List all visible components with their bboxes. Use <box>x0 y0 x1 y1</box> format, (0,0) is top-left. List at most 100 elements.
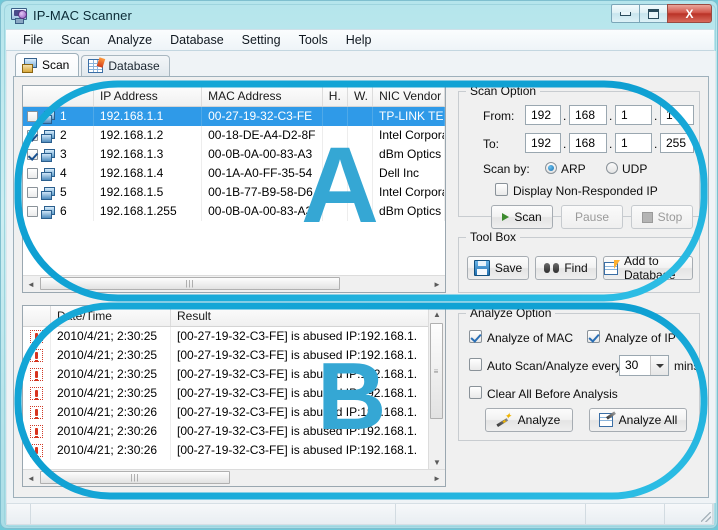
minimize-button[interactable] <box>611 4 640 23</box>
radio-udp[interactable] <box>606 162 618 174</box>
clear-all-label[interactable]: Clear All Before Analysis <box>487 387 618 401</box>
scroll-left-arrow[interactable]: ◄ <box>23 276 39 292</box>
maximize-button[interactable] <box>639 4 668 23</box>
table-row[interactable]: 2010/4/21; 2:30:26[00-27-19-32-C3-FE] is… <box>23 403 445 422</box>
log-scroll-left-arrow[interactable]: ◄ <box>23 470 39 486</box>
add-to-database-button[interactable]: Add to Database <box>603 256 693 280</box>
from-dot-1: . <box>563 109 566 123</box>
row-checkbox[interactable] <box>27 206 38 217</box>
row-checkbox[interactable] <box>27 149 38 160</box>
computer-icon <box>41 149 54 160</box>
menu-item-tools[interactable]: Tools <box>290 30 337 50</box>
scan-results-list[interactable]: IP Address MAC Address H. W. NIC Vendor … <box>22 85 446 293</box>
row-select-cell[interactable]: 3 <box>23 145 94 164</box>
from-octet-3[interactable]: 1 <box>615 105 652 125</box>
close-button[interactable]: X <box>667 4 712 23</box>
warning-icon <box>30 349 43 362</box>
display-non-responded-label[interactable]: Display Non-Responded IP <box>513 184 658 198</box>
menu-item-database[interactable]: Database <box>161 30 233 50</box>
from-octet-1[interactable]: 192 <box>525 105 561 125</box>
pause-button[interactable]: Pause <box>561 205 623 229</box>
menu-item-setting[interactable]: Setting <box>233 30 290 50</box>
column-header-mac-address[interactable]: MAC Address <box>202 86 323 106</box>
column-header-h[interactable]: H. <box>323 86 348 106</box>
table-row[interactable]: 2010/4/21; 2:30:25[00-27-19-32-C3-FE] is… <box>23 384 445 403</box>
row-checkbox[interactable] <box>27 111 38 122</box>
checkbox-analyze-mac[interactable] <box>469 330 482 343</box>
to-octet-3[interactable]: 1 <box>615 133 652 153</box>
table-row[interactable]: 2192.168.1.200-18-DE-A4-D2-8FIntel Corpo… <box>23 126 445 145</box>
chevron-down-icon[interactable] <box>650 356 668 375</box>
resize-grip-icon[interactable] <box>701 512 711 522</box>
status-cell-3 <box>396 504 586 524</box>
table-row[interactable]: 2010/4/21; 2:30:26[00-27-19-32-C3-FE] is… <box>23 441 445 460</box>
scroll-down-arrow[interactable]: ▼ <box>429 454 445 470</box>
find-button[interactable]: Find <box>535 256 597 280</box>
menu-item-scan[interactable]: Scan <box>52 30 99 50</box>
save-button[interactable]: Save <box>467 256 529 280</box>
tab-database[interactable]: Database <box>81 55 169 76</box>
table-row[interactable]: 5192.168.1.500-1B-77-B9-58-D6Intel Corpo… <box>23 183 445 202</box>
to-octet-2[interactable]: 168 <box>569 133 607 153</box>
column-header-w[interactable]: W. <box>348 86 373 106</box>
log-scroll-right-arrow[interactable]: ► <box>429 470 445 486</box>
menu-item-analyze[interactable]: Analyze <box>99 30 161 50</box>
table-row[interactable]: 3192.168.1.300-0B-0A-00-83-A3dBm Optics <box>23 145 445 164</box>
from-octet-4[interactable]: 1 <box>660 105 694 125</box>
table-row[interactable]: 2010/4/21; 2:30:25[00-27-19-32-C3-FE] is… <box>23 346 445 365</box>
analysis-log-list[interactable]: Date/Time Result 2010/4/21; 2:30:25[00-2… <box>22 305 446 487</box>
table-row[interactable]: 2010/4/21; 2:30:25[00-27-19-32-C3-FE] is… <box>23 327 445 346</box>
vscroll-thumb[interactable]: ≡ <box>430 323 443 419</box>
row-select-cell[interactable]: 6 <box>23 202 94 221</box>
column-header-log-icon[interactable] <box>23 306 51 326</box>
table-row[interactable]: 2010/4/21; 2:30:26[00-27-19-32-C3-FE] is… <box>23 422 445 441</box>
column-header-result[interactable]: Result <box>171 306 430 326</box>
row-select-cell[interactable]: 5 <box>23 183 94 202</box>
table-row[interactable]: 1192.168.1.100-27-19-32-C3-FETP-LINK TEC… <box>23 107 445 126</box>
row-checkbox[interactable] <box>27 168 38 179</box>
cell-datetime: 2010/4/21; 2:30:25 <box>51 384 171 403</box>
row-checkbox[interactable] <box>27 130 38 141</box>
tab-scan[interactable]: Scan <box>15 53 79 76</box>
analyze-ip-label[interactable]: Analyze of IP <box>605 331 676 345</box>
radio-arp[interactable] <box>545 162 557 174</box>
checkbox-clear-all[interactable] <box>469 386 482 399</box>
analyze-mac-label[interactable]: Analyze of MAC <box>487 331 573 345</box>
table-row[interactable]: 4192.168.1.400-1A-A0-FF-35-54Dell Inc <box>23 164 445 183</box>
log-hscroll-thumb[interactable]: ||| <box>40 471 230 484</box>
row-select-cell[interactable]: 4 <box>23 164 94 183</box>
row-checkbox[interactable] <box>27 187 38 198</box>
menu-item-file[interactable]: File <box>14 30 52 50</box>
log-list-vscrollbar[interactable]: ▲ ≡ ▼ <box>428 306 445 470</box>
table-row[interactable]: 6192.168.1.25500-0B-0A-00-83-A3dBm Optic… <box>23 202 445 221</box>
column-header-datetime[interactable]: Date/Time <box>51 306 171 326</box>
to-octet-4[interactable]: 255 <box>660 133 694 153</box>
table-row[interactable]: 2010/4/21; 2:30:25[00-27-19-32-C3-FE] is… <box>23 365 445 384</box>
cell-h <box>323 126 348 145</box>
to-octet-1[interactable]: 192 <box>525 133 561 153</box>
column-header-ip-address[interactable]: IP Address <box>94 86 202 106</box>
from-octet-2[interactable]: 168 <box>569 105 607 125</box>
column-header-select[interactable] <box>23 86 94 106</box>
radio-arp-label[interactable]: ARP <box>561 162 586 176</box>
checkbox-analyze-ip[interactable] <box>587 330 600 343</box>
stop-icon <box>642 212 653 223</box>
analyze-button[interactable]: ✦✦ Analyze <box>485 408 573 432</box>
row-select-cell[interactable]: 2 <box>23 126 94 145</box>
menu-item-help[interactable]: Help <box>337 30 381 50</box>
scan-list-hscrollbar[interactable]: ◄ ||| ► <box>23 275 445 292</box>
row-select-cell[interactable]: 1 <box>23 107 94 126</box>
log-list-hscrollbar[interactable]: ◄ ||| ► <box>23 469 445 486</box>
checkbox-auto-scan[interactable] <box>469 358 482 371</box>
scan-button[interactable]: Scan <box>491 205 553 229</box>
checkbox-display-non-responded[interactable] <box>495 183 508 196</box>
scroll-right-arrow[interactable]: ► <box>429 276 445 292</box>
interval-select[interactable]: 30 <box>619 355 669 376</box>
stop-button[interactable]: Stop <box>631 205 693 229</box>
scroll-up-arrow[interactable]: ▲ <box>429 306 445 322</box>
radio-udp-label[interactable]: UDP <box>622 162 647 176</box>
analyze-all-button[interactable]: Analyze All <box>589 408 687 432</box>
auto-scan-label[interactable]: Auto Scan/Analyze every <box>487 359 621 373</box>
hscroll-thumb[interactable]: ||| <box>40 277 340 290</box>
column-header-nic-vendor[interactable]: NIC Vendor <box>373 86 445 106</box>
